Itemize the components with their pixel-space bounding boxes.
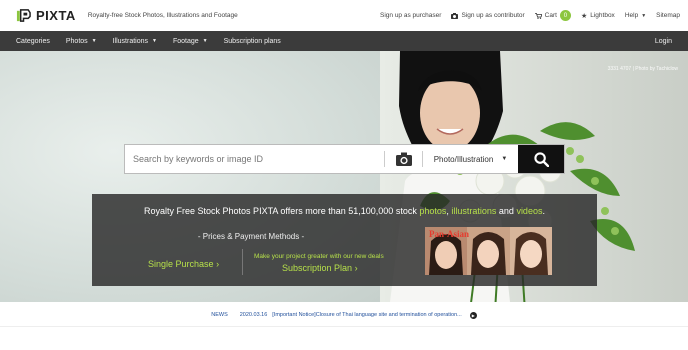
top-header: PIXTA Royalty-free Stock Photos, Illustr… — [0, 0, 688, 31]
search-bar: Photo/Illustration ▼ — [124, 144, 565, 174]
promo-headline: Royalty Free Stock Photos PIXTA offers m… — [92, 206, 597, 216]
cart-link[interactable]: Cart 0 — [534, 10, 571, 21]
search-type-value: Photo/Illustration — [433, 154, 494, 164]
single-purchase-link[interactable]: Single Purchase › — [148, 259, 219, 269]
cart-count-badge: 0 — [559, 10, 571, 21]
star-icon: ★ — [580, 12, 588, 20]
logo-text: PIXTA — [36, 8, 76, 23]
prices-heading: - Prices & Payment Methods - — [197, 232, 305, 241]
help-label: Help — [624, 12, 639, 19]
photos-link[interactable]: photos — [419, 206, 446, 216]
nav-footage[interactable]: Footage ▼ — [173, 38, 208, 45]
videos-link[interactable]: videos — [516, 206, 542, 216]
main-nav: Categories Photos ▼ Illustrations ▼ Foot… — [0, 31, 688, 51]
caret-down-icon: ▼ — [202, 38, 208, 44]
nav-footage-label: Footage — [172, 37, 199, 45]
promo-divider — [242, 249, 243, 275]
signup-contributor-label: Sign up as contributor — [461, 12, 525, 19]
signup-purchaser-link[interactable]: Sign up as purchaser — [380, 12, 441, 19]
search-input[interactable] — [125, 145, 384, 173]
news-divider — [0, 326, 688, 327]
camera-icon — [451, 12, 459, 19]
lightbox-link[interactable]: ★ Lightbox — [581, 12, 615, 20]
single-purchase-label: Single Purchase — [148, 259, 214, 269]
site-tagline: Royalty-free Stock Photos, Illustrations… — [87, 12, 238, 19]
nav-photos[interactable]: Photos ▼ — [66, 38, 97, 45]
chevron-right-icon: › — [354, 263, 358, 273]
login-link[interactable]: Login — [655, 38, 672, 45]
cart-icon — [534, 12, 542, 19]
news-strip: NEWS 2020.03.16 [Important Notice]Closur… — [0, 303, 688, 327]
chevron-right-icon: › — [216, 259, 220, 269]
subscription-plan-label: Subscription Plan — [282, 263, 353, 273]
pixta-logo-icon — [16, 9, 31, 22]
nav-illustrations-label: Illustrations — [112, 37, 149, 45]
promo-headline-text: Royalty Free Stock Photos PIXTA offers m… — [144, 206, 420, 216]
promo-and: and — [496, 206, 517, 216]
news-date: 2020.03.16 — [239, 312, 268, 318]
arrow-right-icon[interactable]: ▶ — [469, 311, 477, 319]
cart-label: Cart — [544, 12, 557, 19]
lightbox-label: Lightbox — [590, 12, 615, 19]
search-icon — [533, 151, 549, 167]
pan-asian-banner[interactable]: Pan-Asian — [425, 227, 552, 275]
photo-credit: 3331 4707 | Photo by Tachiclow — [607, 66, 678, 72]
illustrations-link[interactable]: illustrations — [451, 206, 496, 216]
news-label: NEWS — [211, 312, 228, 318]
sitemap-link[interactable]: Sitemap — [656, 12, 680, 19]
nav-subscription[interactable]: Subscription plans — [224, 38, 281, 45]
pan-asian-title: Pan-Asian — [429, 229, 470, 239]
caret-down-icon: ▼ — [152, 38, 157, 44]
camera-icon — [395, 152, 412, 166]
caret-down-icon: ▼ — [641, 12, 647, 19]
caret-down-icon: ▼ — [91, 38, 97, 44]
promo-period: . — [542, 206, 545, 216]
search-button[interactable] — [518, 145, 564, 173]
news-link[interactable]: [Important Notice]Closure of Thai langua… — [272, 312, 461, 318]
nav-photos-label: Photos — [65, 37, 88, 45]
pixta-logo[interactable]: PIXTA — [16, 8, 76, 23]
nav-categories[interactable]: Categories — [16, 38, 50, 45]
image-search-button[interactable] — [384, 151, 422, 167]
nav-illustrations[interactable]: Illustrations ▼ — [113, 38, 157, 45]
help-link[interactable]: Help ▼ — [625, 12, 646, 19]
subscription-note: Make your project greater with our new d… — [254, 253, 384, 260]
search-type-select[interactable]: Photo/Illustration ▼ — [422, 151, 518, 167]
promo-panel: Royalty Free Stock Photos PIXTA offers m… — [92, 194, 597, 286]
subscription-plan-link[interactable]: Subscription Plan › — [282, 263, 358, 273]
caret-down-icon: ▼ — [501, 156, 508, 162]
signup-contributor-link[interactable]: Sign up as contributor — [451, 12, 525, 19]
